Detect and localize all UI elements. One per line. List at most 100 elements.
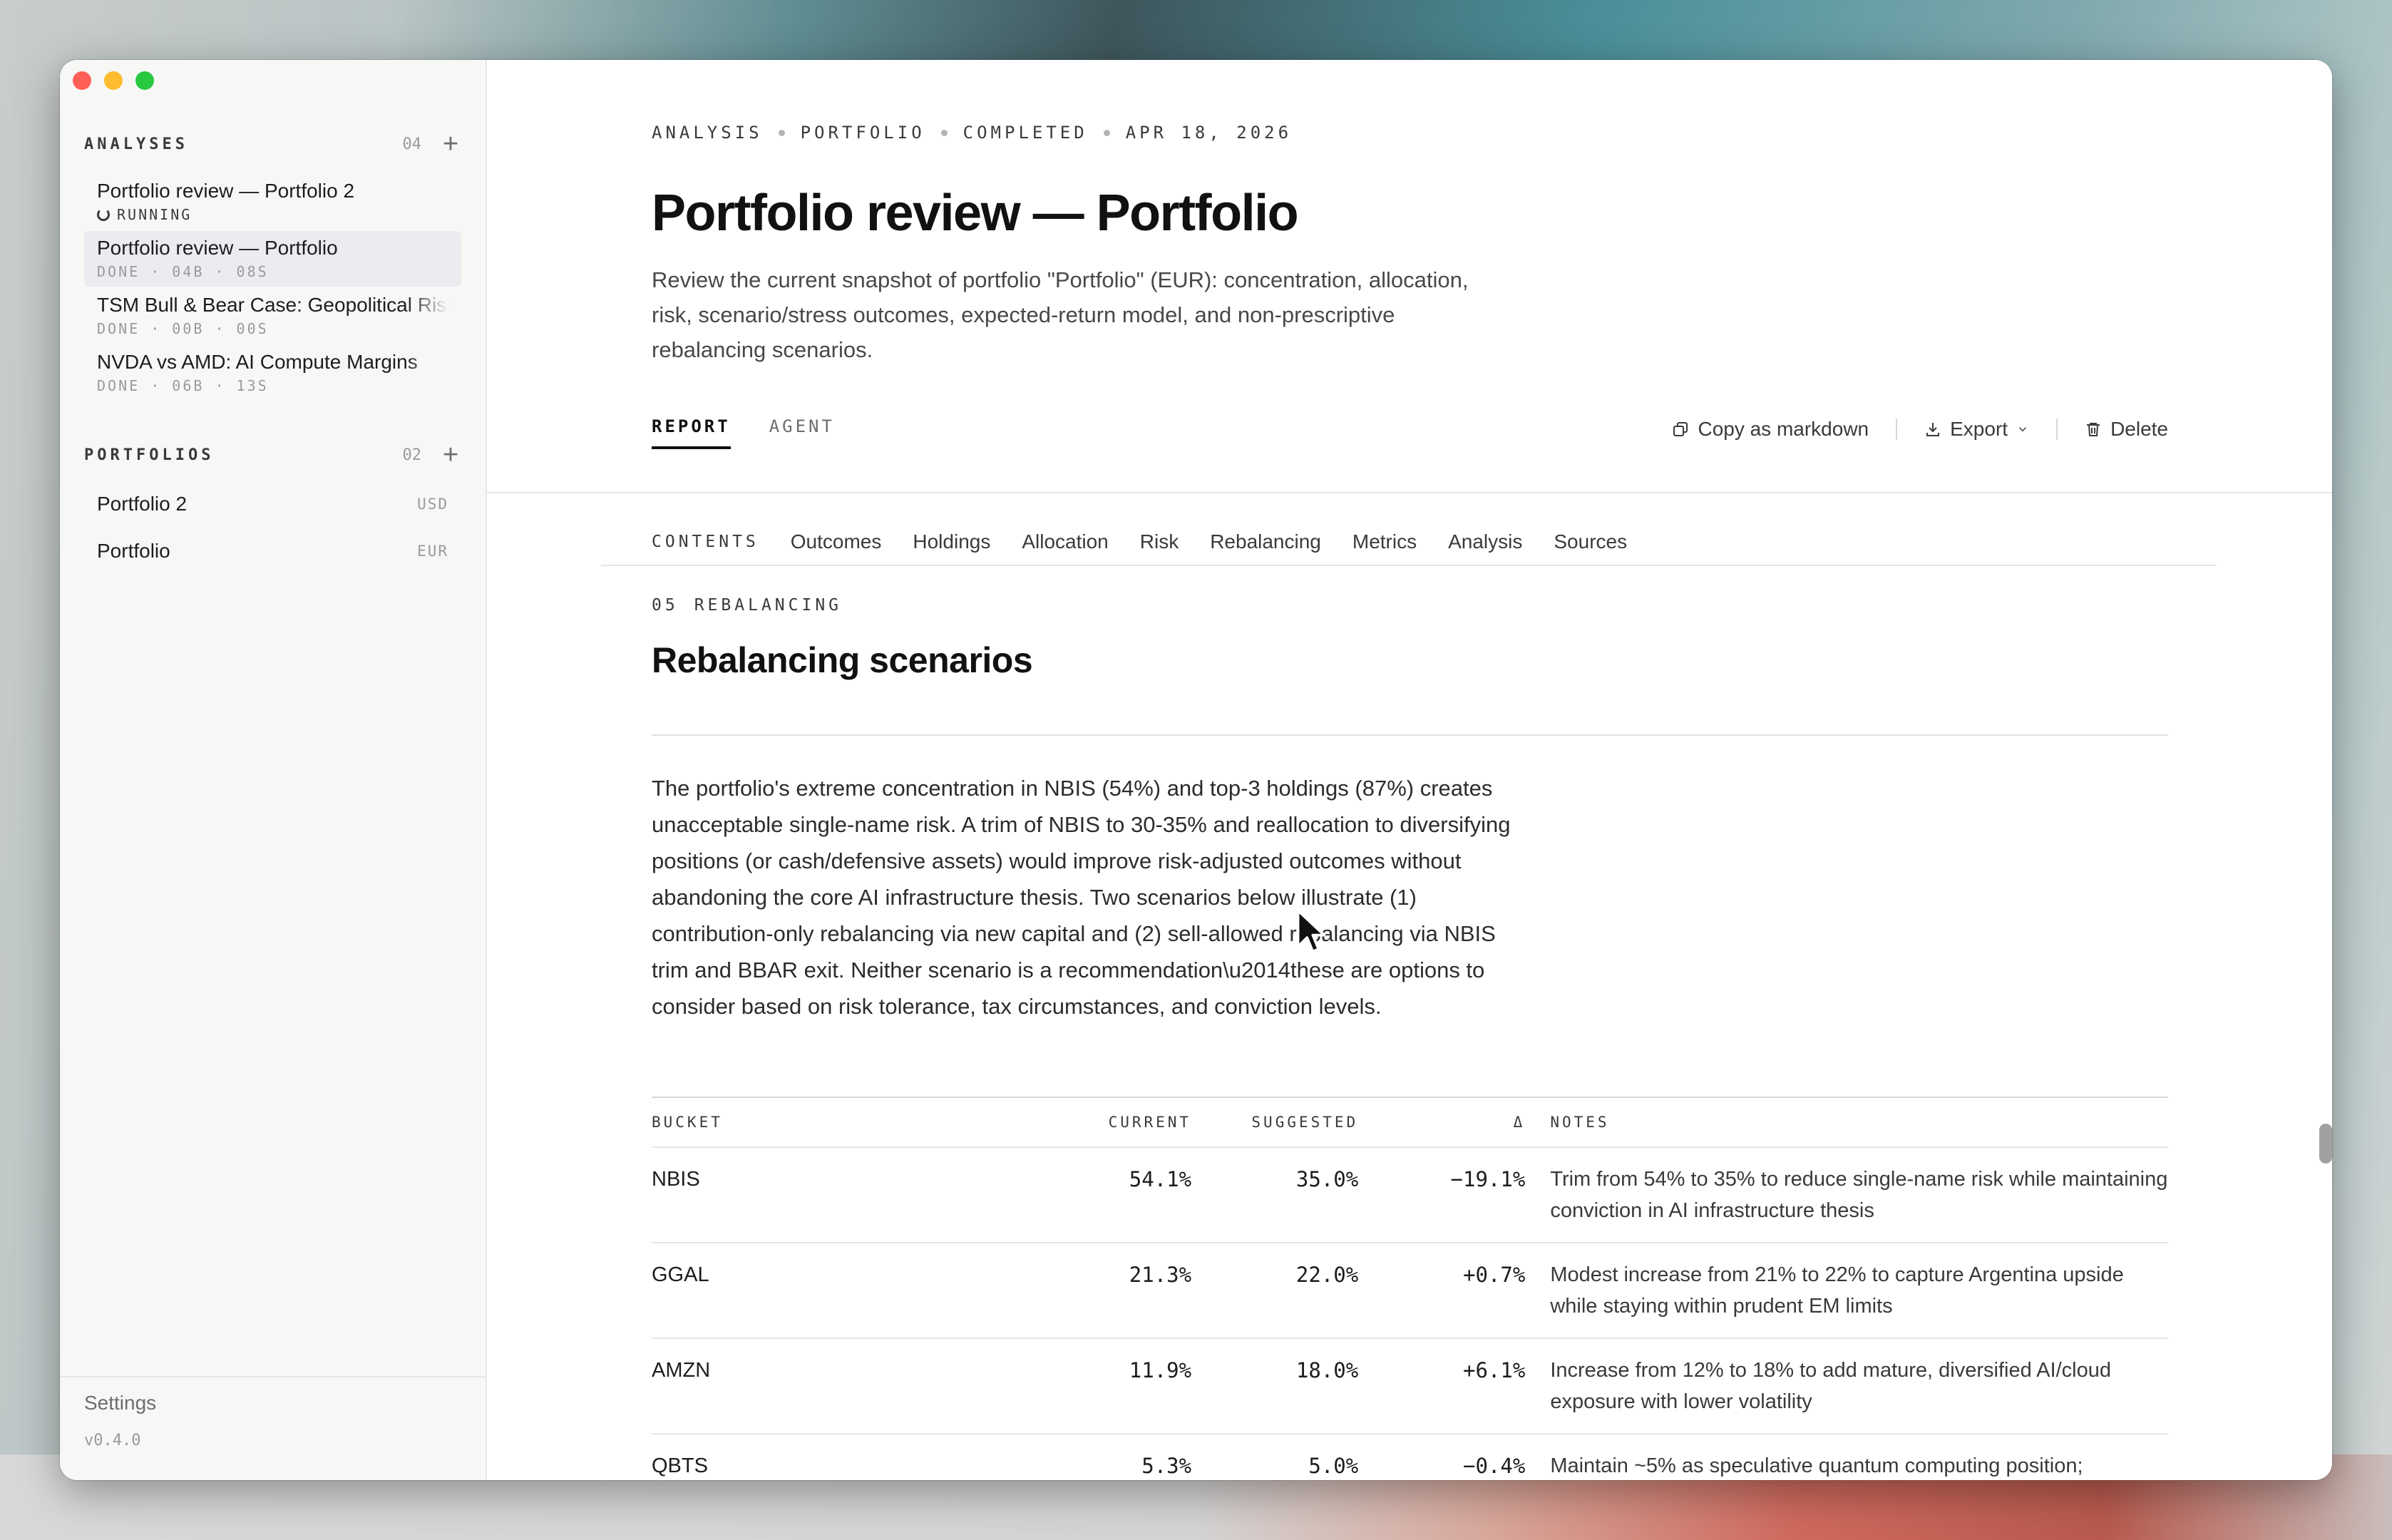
cell-delta: +6.1% (1463, 1358, 1526, 1382)
analysis-title: Portfolio review — Portfolio (97, 237, 338, 259)
section-body: The portfolio's extreme concentration in… (652, 776, 1511, 1019)
contents-link-holdings[interactable]: Holdings (913, 530, 990, 553)
page-description: Review the current snapshot of portfolio… (652, 267, 1469, 362)
analysis-meta: DONE · 06B · 13S (97, 377, 269, 394)
cell-suggested: 35.0% (1295, 1167, 1359, 1191)
copy-markdown-label: Copy as markdown (1698, 418, 1869, 440)
contents-link-sources[interactable]: Sources (1554, 530, 1627, 553)
chevron-down-icon (2019, 427, 2027, 432)
delete-label: Delete (2110, 418, 2168, 440)
cell-bucket: QBTS (652, 1454, 708, 1477)
crumb-separator (940, 129, 948, 136)
portfolios-title: PORTFOLIOS (84, 446, 215, 464)
delete-button[interactable]: Delete (2085, 418, 2168, 441)
analysis-status-text: RUNNING (117, 206, 193, 223)
add-portfolio-button[interactable]: + (440, 441, 461, 468)
analysis-title: TSM Bull & Bear Case: Geopolitical Risk (97, 294, 448, 316)
cell-current: 11.9% (1129, 1358, 1192, 1382)
cell-notes: Maintain ~5% as speculative quantum comp… (1550, 1454, 2083, 1477)
copy-icon (1673, 422, 1688, 436)
analyses-title: ANALYSES (84, 135, 188, 153)
analyses-header: ANALYSES 04 + (84, 130, 461, 158)
export-label: Export (1950, 418, 2008, 440)
crumb-separator (1103, 129, 1110, 136)
cell-notes: Trim from 54% to 35% to reduce single-na… (1550, 1168, 2168, 1222)
contents-link-analysis[interactable]: Analysis (1448, 530, 1522, 553)
crumb-status: COMPLETED (963, 123, 1088, 143)
crumb-separator (778, 129, 785, 136)
table-row: QBTS 5.3% 5.0% −0.4% Maintain ~5% as spe… (652, 1434, 2168, 1480)
tab-agent[interactable]: AGENT (769, 416, 835, 449)
analysis-title: Portfolio review — Portfolio 2 (97, 180, 355, 202)
cell-suggested: 5.0% (1308, 1454, 1359, 1478)
portfolios-count: 02 (402, 446, 422, 464)
table-row: AMZN 11.9% 18.0% +6.1% Increase from 12%… (652, 1339, 2168, 1434)
minimize-window-button[interactable] (104, 71, 123, 90)
contents-link-risk[interactable]: Risk (1140, 530, 1179, 553)
trash-icon (2087, 423, 2100, 436)
cell-current: 54.1% (1129, 1167, 1192, 1191)
analysis-meta: DONE · 00B · 00S (97, 320, 269, 337)
rebalancing-table: BUCKET CURRENT SUGGESTED Δ NOTES NBIS 54… (652, 1097, 2168, 1480)
header-divider (487, 492, 2332, 493)
sidebar: ANALYSES 04 + Portfolio review — Portfol… (60, 60, 487, 1480)
add-analysis-button[interactable]: + (440, 130, 461, 158)
contents-link-allocation[interactable]: Allocation (1022, 530, 1108, 553)
portfolio-item[interactable]: Portfolio 2 USD (84, 481, 461, 528)
analysis-meta: DONE · 04B · 08S (97, 263, 269, 280)
zoom-window-button[interactable] (135, 71, 154, 90)
section-divider (652, 734, 2168, 736)
portfolio-currency: USD (417, 496, 448, 513)
analysis-item-selected[interactable]: Portfolio review — Portfolio DONE · 04B … (84, 231, 461, 287)
table-row: GGAL 21.3% 22.0% +0.7% Modest increase f… (652, 1243, 2168, 1339)
export-button[interactable]: Export (1924, 418, 2029, 441)
mouse-pointer-icon (1296, 909, 1326, 953)
cell-bucket: GGAL (652, 1263, 709, 1286)
analysis-item[interactable]: NVDA vs AMD: AI Compute Margins DONE · 0… (84, 345, 461, 401)
tab-report[interactable]: REPORT (652, 416, 731, 449)
analysis-title: NVDA vs AMD: AI Compute Margins (97, 351, 418, 373)
column-header-bucket: BUCKET (652, 1114, 723, 1131)
portfolios-header: PORTFOLIOS 02 + (84, 441, 461, 469)
app-window: ANALYSES 04 + Portfolio review — Portfol… (60, 60, 2332, 1480)
section-eyebrow: 05 REBALANCING (652, 596, 842, 615)
settings-link[interactable]: Settings (84, 1392, 156, 1415)
portfolio-name: Portfolio (97, 540, 170, 562)
scrollbar-thumb[interactable] (2319, 1124, 2332, 1164)
view-tabs: REPORT AGENT (652, 416, 835, 449)
action-divider (1896, 419, 1898, 440)
contents-link-outcomes[interactable]: Outcomes (791, 530, 882, 553)
section-label: REBALANCING (694, 596, 843, 615)
cell-suggested: 18.0% (1295, 1358, 1359, 1382)
copy-markdown-button[interactable]: Copy as markdown (1672, 418, 1869, 441)
contents-nav: CONTENTS Outcomes Holdings Allocation Ri… (601, 509, 2217, 566)
app-version: v0.4.0 (84, 1432, 141, 1449)
column-header-current: CURRENT (1108, 1114, 1192, 1131)
breadcrumb: ANALYSIS PORTFOLIO COMPLETED APR 18, 202… (652, 123, 1292, 143)
table-header-row: BUCKET CURRENT SUGGESTED Δ NOTES (652, 1098, 2168, 1148)
cell-notes: Modest increase from 21% to 22% to captu… (1550, 1263, 2124, 1318)
cell-suggested: 22.0% (1295, 1263, 1359, 1287)
main-content: ANALYSIS PORTFOLIO COMPLETED APR 18, 202… (487, 60, 2332, 1480)
contents-link-metrics[interactable]: Metrics (1352, 530, 1417, 553)
analysis-item[interactable]: TSM Bull & Bear Case: Geopolitical Risk … (84, 288, 461, 344)
crumb-portfolio: PORTFOLIO (800, 123, 925, 143)
action-divider (2056, 419, 2058, 440)
page-title: Portfolio review — Portfolio (652, 185, 1299, 242)
analyses-count: 04 (402, 135, 422, 153)
analysis-status: RUNNING (97, 204, 448, 225)
cell-delta: +0.7% (1463, 1263, 1526, 1287)
table-row: NBIS 54.1% 35.0% −19.1% Trim from 54% to… (652, 1148, 2168, 1243)
cell-current: 21.3% (1129, 1263, 1192, 1287)
cell-delta: −19.1% (1450, 1167, 1526, 1191)
analysis-item[interactable]: Portfolio review — Portfolio 2 RUNNING (84, 174, 461, 230)
report-actions: Copy as markdown Export Delete (1672, 418, 2168, 441)
cell-bucket: NBIS (652, 1168, 700, 1191)
contents-link-rebalancing[interactable]: Rebalancing (1210, 530, 1321, 553)
close-window-button[interactable] (73, 71, 91, 90)
column-header-suggested: SUGGESTED (1251, 1114, 1359, 1131)
cell-bucket: AMZN (652, 1359, 711, 1382)
portfolio-item[interactable]: Portfolio EUR (84, 528, 461, 575)
contents-label: CONTENTS (652, 533, 759, 551)
portfolio-name: Portfolio 2 (97, 493, 188, 515)
